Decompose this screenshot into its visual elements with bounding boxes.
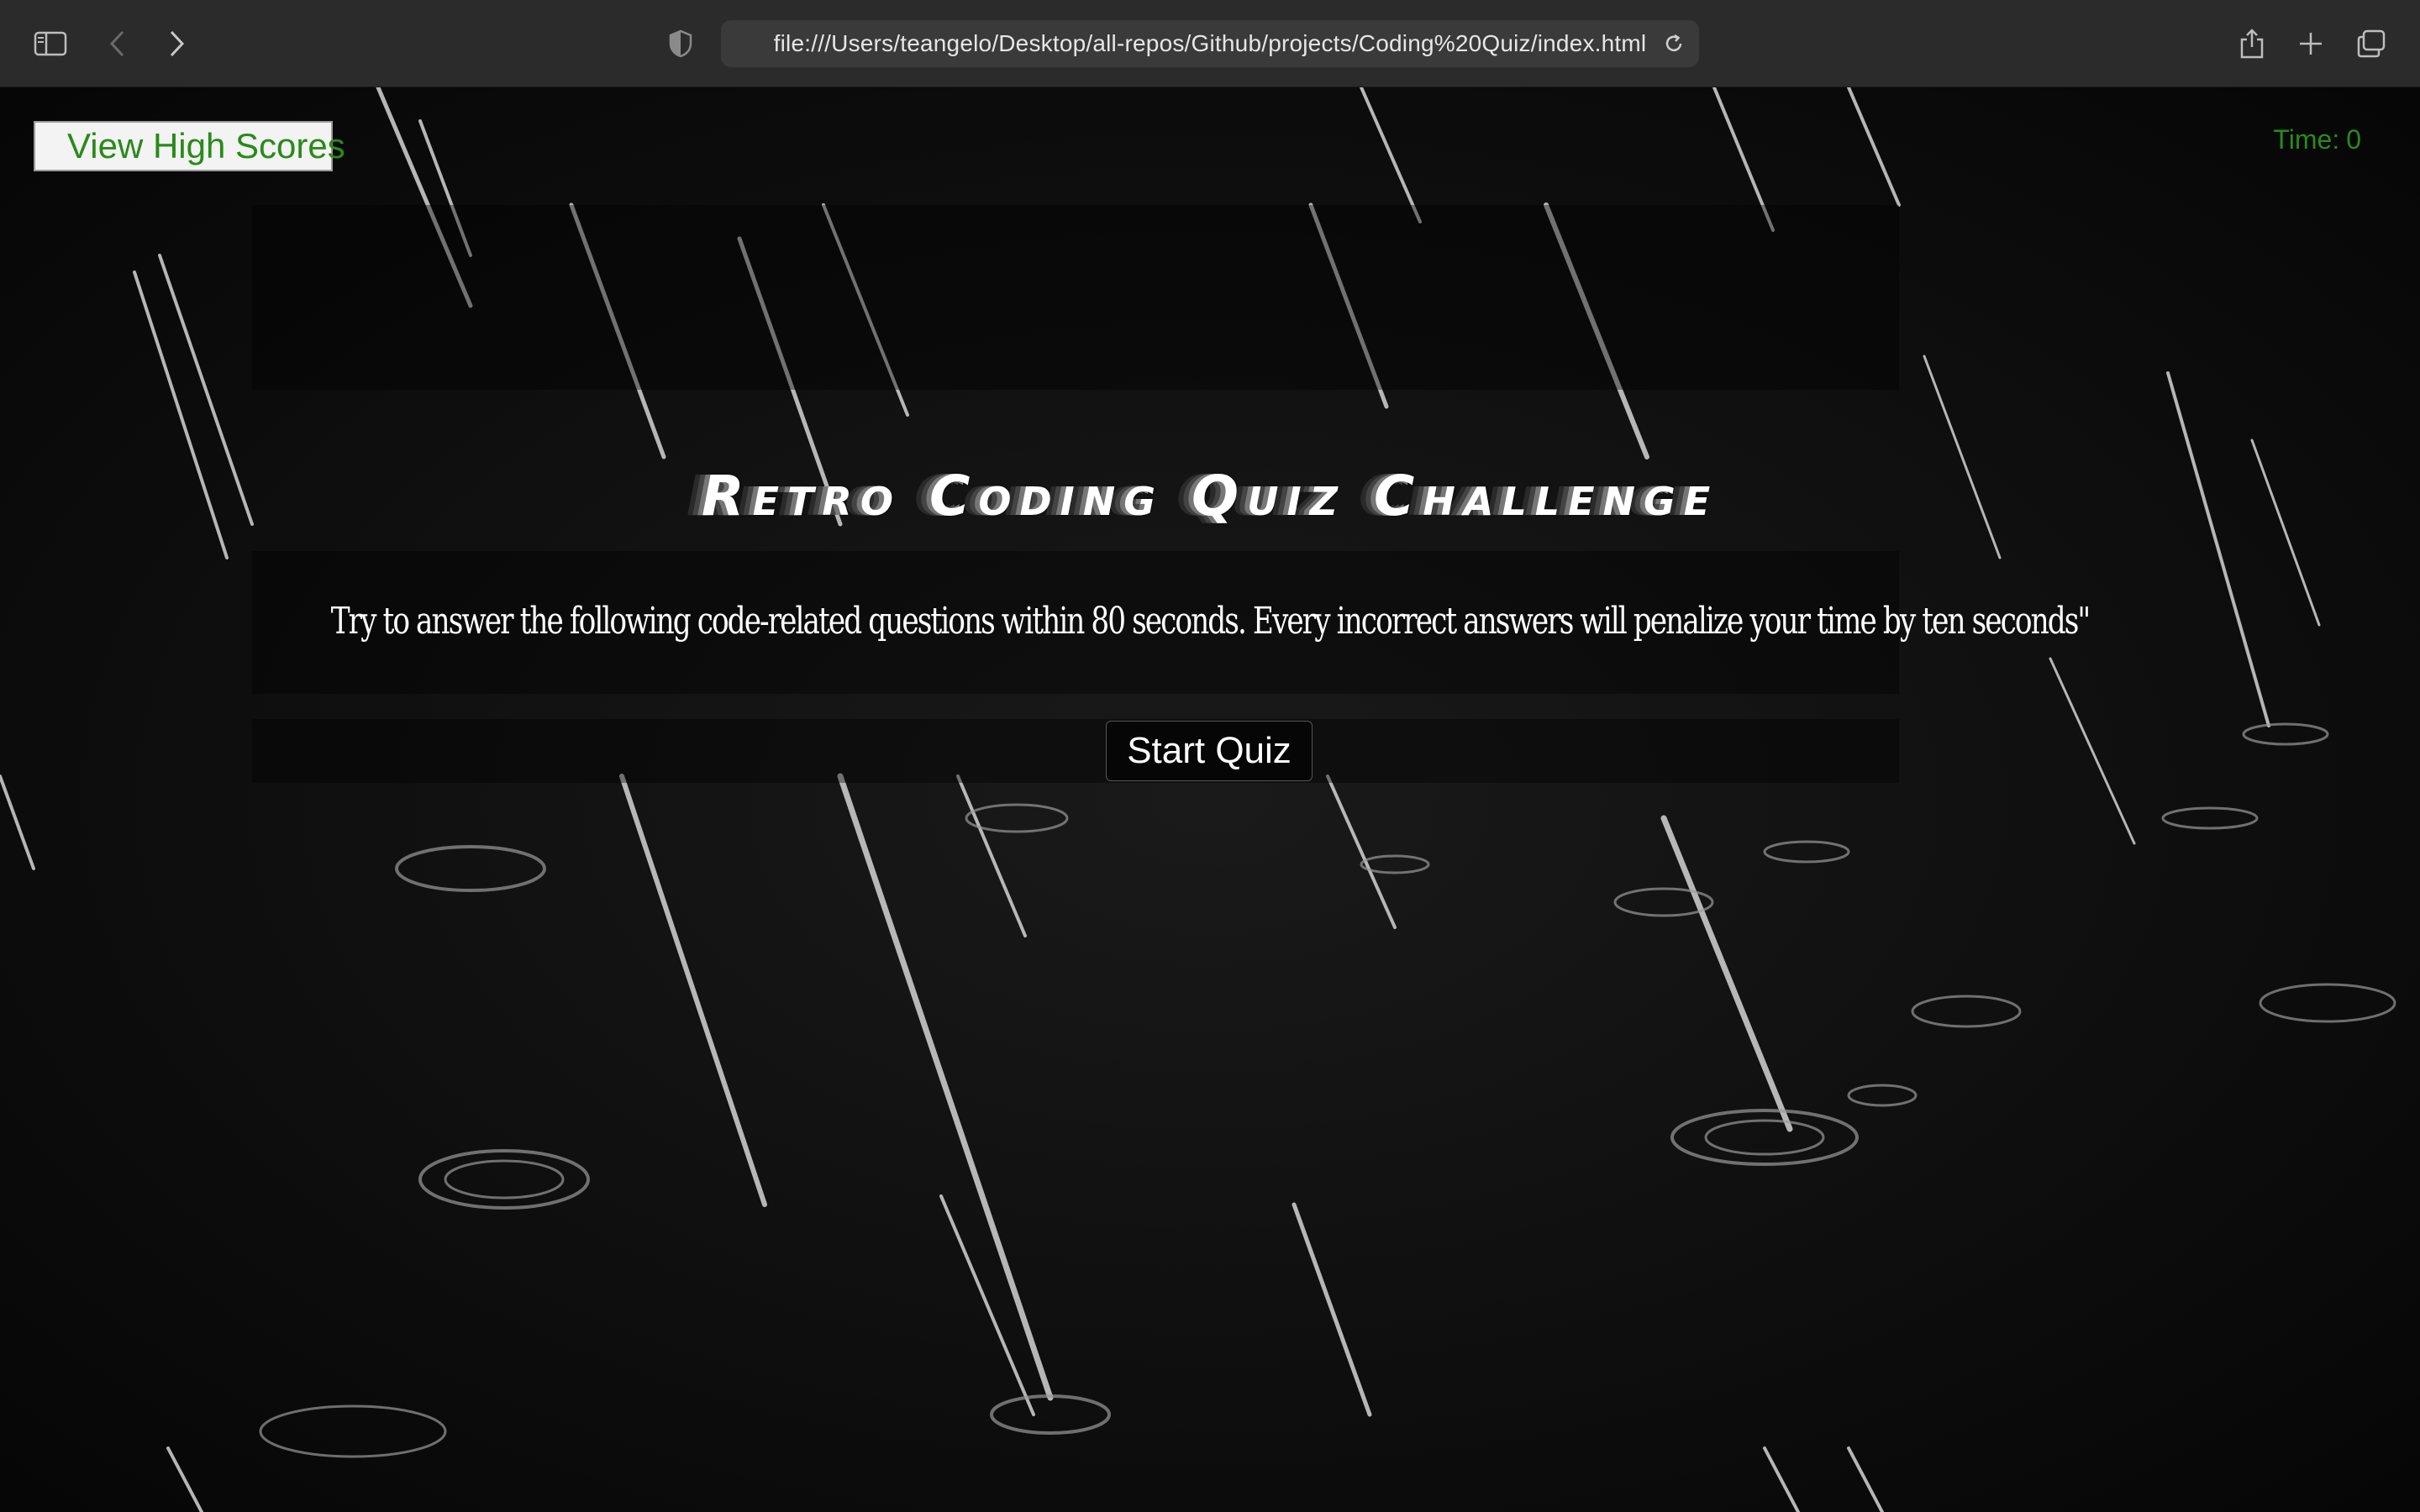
header-band: [252, 205, 1899, 390]
page-title: Retro Coding Quiz Challenge: [701, 464, 1719, 528]
intro-text: Try to answer the following code-related…: [330, 600, 2091, 643]
sidebar-icon[interactable]: [27, 22, 74, 66]
chevron-right-icon[interactable]: [153, 22, 200, 66]
url-text: file:///Users/teangelo/Desktop/all-repos…: [773, 30, 1647, 56]
chevron-left-icon[interactable]: [94, 22, 141, 66]
plus-icon[interactable]: [2287, 22, 2334, 66]
timer: Time: 0: [2273, 124, 2361, 155]
start-quiz-button[interactable]: Start Quiz: [1106, 721, 1313, 781]
reload-icon[interactable]: [1659, 29, 1689, 59]
view-high-scores-button[interactable]: View High Scores: [34, 121, 345, 171]
share-icon[interactable]: [2228, 22, 2275, 66]
button-band: [252, 719, 1899, 783]
page-viewport: View High Scores Time: 0 Retro Coding Qui…: [0, 87, 2420, 1512]
timer-value: 0: [2346, 124, 2361, 155]
browser-toolbar: file:///Users/teangelo/Desktop/all-repos…: [0, 0, 2420, 87]
tab-overview-icon[interactable]: [2348, 22, 2395, 66]
address-bar[interactable]: file:///Users/teangelo/Desktop/all-repos…: [721, 20, 1699, 67]
timer-label: Time:: [2273, 124, 2340, 155]
shield-icon[interactable]: [657, 22, 704, 66]
